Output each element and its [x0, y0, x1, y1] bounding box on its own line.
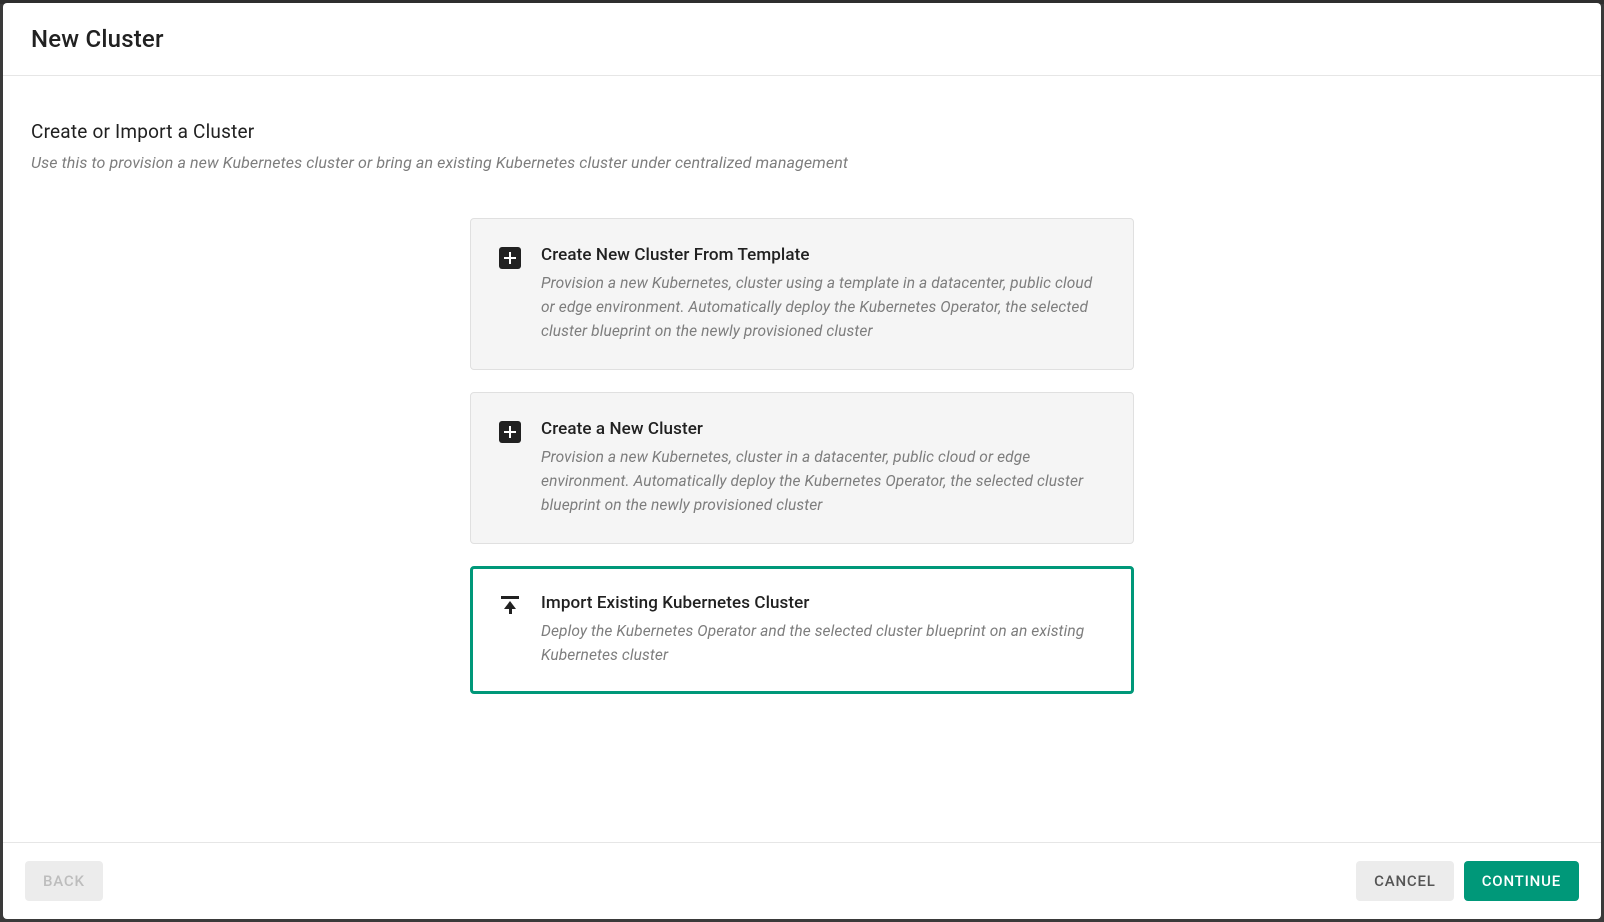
option-import-existing-cluster[interactable]: Import Existing Kubernetes Cluster Deplo… [470, 566, 1134, 694]
modal-body: Create or Import a Cluster Use this to p… [3, 76, 1601, 842]
modal-footer: BACK CANCEL CONTINUE [3, 842, 1601, 919]
option-text: Import Existing Kubernetes Cluster Deplo… [541, 593, 1105, 667]
option-desc: Deploy the Kubernetes Operator and the s… [541, 619, 1105, 667]
new-cluster-modal: New Cluster Create or Import a Cluster U… [3, 3, 1601, 919]
section-subtitle: Use this to provision a new Kubernetes c… [31, 153, 1573, 172]
option-title: Create a New Cluster [541, 419, 1105, 439]
option-text: Create a New Cluster Provision a new Kub… [541, 419, 1105, 517]
modal-header: New Cluster [3, 3, 1601, 76]
footer-right-buttons: CANCEL CONTINUE [1356, 861, 1579, 901]
options-column: Create New Cluster From Template Provisi… [31, 218, 1573, 694]
plus-icon [499, 421, 523, 445]
back-button[interactable]: BACK [25, 861, 103, 901]
modal-title: New Cluster [31, 25, 1573, 53]
option-create-from-template[interactable]: Create New Cluster From Template Provisi… [470, 218, 1134, 370]
section-title: Create or Import a Cluster [31, 120, 1573, 143]
option-desc: Provision a new Kubernetes, cluster usin… [541, 271, 1105, 343]
plus-icon [499, 247, 523, 271]
import-icon [499, 595, 523, 619]
option-title: Import Existing Kubernetes Cluster [541, 593, 1105, 613]
cancel-button[interactable]: CANCEL [1356, 861, 1454, 901]
option-text: Create New Cluster From Template Provisi… [541, 245, 1105, 343]
option-desc: Provision a new Kubernetes, cluster in a… [541, 445, 1105, 517]
continue-button[interactable]: CONTINUE [1464, 861, 1579, 901]
option-create-new-cluster[interactable]: Create a New Cluster Provision a new Kub… [470, 392, 1134, 544]
option-title: Create New Cluster From Template [541, 245, 1105, 265]
